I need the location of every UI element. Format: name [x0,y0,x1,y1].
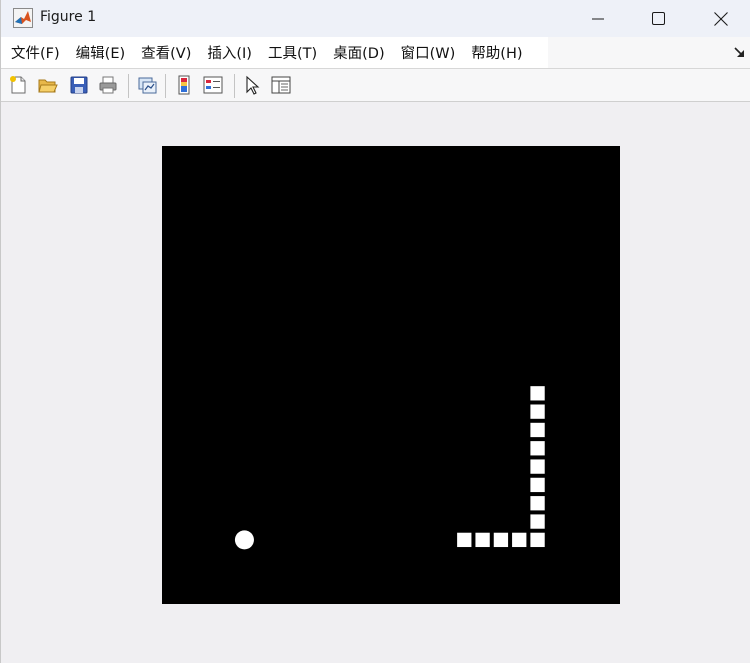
menu-item-edit[interactable]: 编辑(E) [66,42,131,63]
snake-segment [530,477,545,493]
snake-segment [530,532,545,548]
snake-segment [512,532,527,548]
snake-segment [493,532,509,548]
pointer-icon[interactable] [242,75,262,95]
board-background [162,146,620,604]
minimize-button[interactable] [575,0,621,37]
open-file-icon[interactable] [38,75,58,95]
menu-item-help[interactable]: 帮助(H) [461,42,528,63]
save-icon[interactable] [69,75,89,95]
property-inspector-icon[interactable] [271,75,291,95]
maximize-button[interactable] [635,0,681,37]
snake-segment [530,496,545,511]
minimize-icon [592,18,604,19]
maximize-icon [651,12,665,25]
legend-icon[interactable] [203,75,223,95]
title-bar[interactable]: Figure 1 [1,0,750,37]
game-board[interactable] [162,146,620,604]
matlab-icon [13,8,33,28]
toolbar [1,69,750,102]
dock-arrow-icon[interactable] [733,46,747,60]
food-pellet [234,530,254,550]
menu-item-insert[interactable]: 插入(I) [197,42,258,63]
menu-item-window[interactable]: 窗口(W) [391,42,462,63]
snake-segment [530,441,545,456]
window-title: Figure 1 [40,9,97,25]
close-icon [714,11,728,26]
print-icon[interactable] [98,75,118,95]
snake-segment [530,459,545,474]
link-plot-icon[interactable] [137,75,157,95]
toolbar-separator [234,74,235,98]
menu-item-view[interactable]: 查看(V) [131,42,197,63]
toolbar-separator [165,74,166,98]
snake-segment [457,532,472,548]
toolbar-separator [128,74,129,98]
menu-items: 文件(F) 编辑(E) 查看(V) 插入(I) 工具(T) 桌面(D) 窗口(W) 帮助(H) [1,37,548,68]
menu-item-tools[interactable]: 工具(T) [258,42,323,63]
figure-window: Figure 1 文件(F) 编辑(E) 查看(V) 插入(I) 工具(T) 桌面(D) 窗… [0,0,750,663]
snake-segment [475,532,490,548]
snake-segment [530,386,545,401]
menu-bar: 文件(F) 编辑(E) 查看(V) 插入(I) 工具(T) 桌面(D) 窗口(W) 帮助(H) [1,37,750,69]
snake-segment [530,422,545,438]
menu-item-desktop[interactable]: 桌面(D) [323,42,390,63]
colorbar-icon[interactable] [174,75,194,95]
snake-segment [530,514,545,529]
snake-segment [530,404,545,419]
close-button[interactable] [698,0,744,37]
menu-item-file[interactable]: 文件(F) [1,42,66,63]
new-figure-icon[interactable] [8,75,28,95]
